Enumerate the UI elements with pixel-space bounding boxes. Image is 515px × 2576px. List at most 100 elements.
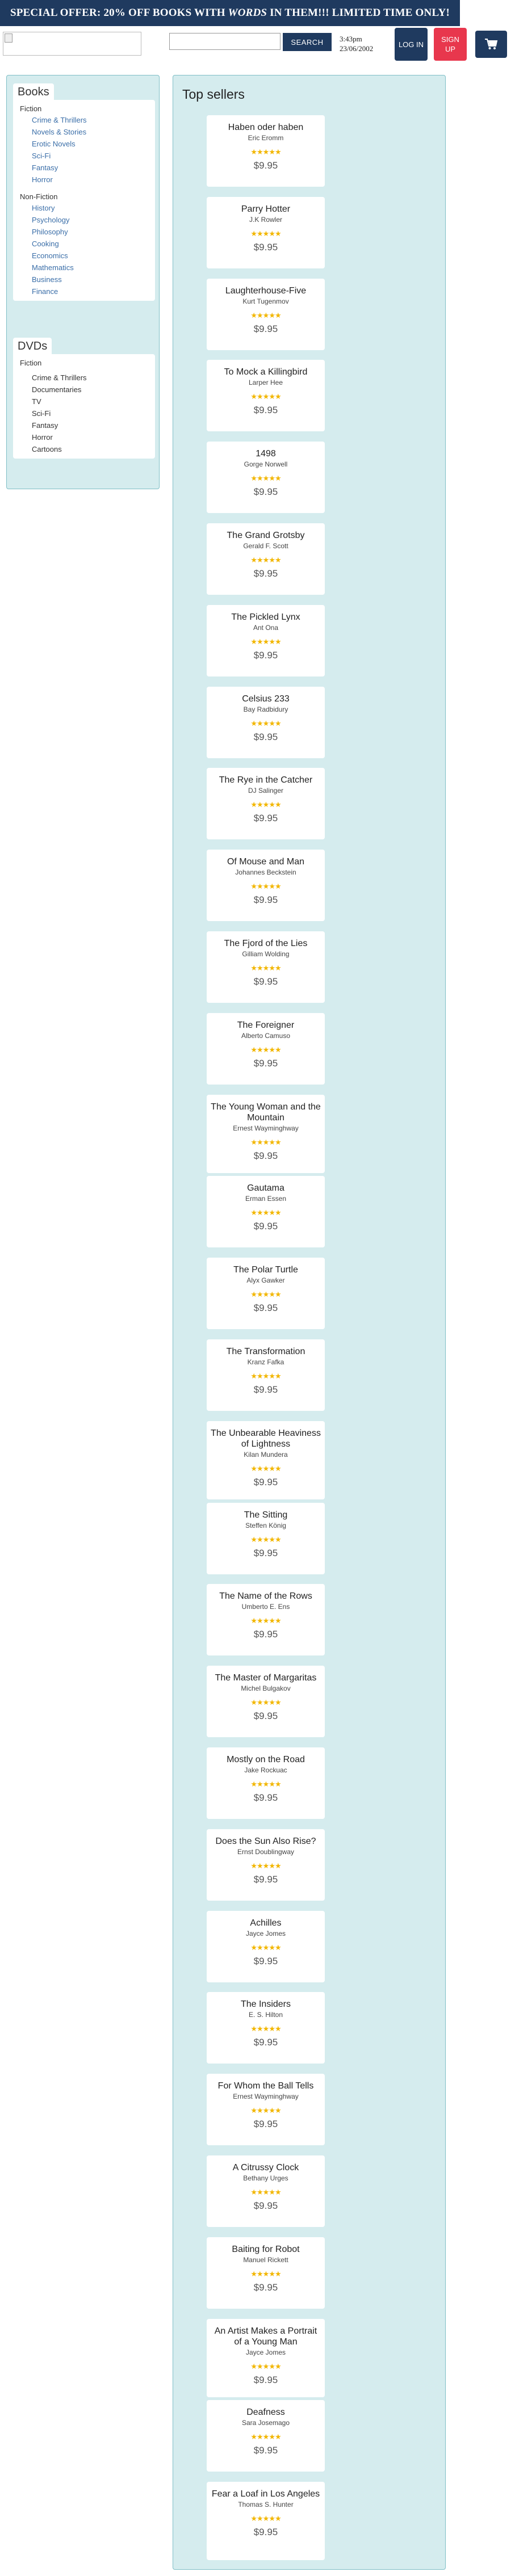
sidebar-link[interactable]: Philosophy bbox=[13, 226, 155, 238]
book-card[interactable]: For Whom the Ball Tells Ernest Wayminghwa… bbox=[207, 2074, 325, 2146]
book-title[interactable]: Celsius 233 bbox=[207, 694, 325, 704]
book-title[interactable]: Deafness bbox=[207, 2407, 325, 2418]
book-price: $9.95 bbox=[253, 976, 278, 987]
book-card[interactable]: An Artist Makes a Portrait of a Young Ma… bbox=[207, 2318, 325, 2397]
book-price: $9.95 bbox=[253, 486, 278, 498]
book-card[interactable]: Does the Sun Also Rise? Ernst Doublingway… bbox=[207, 1829, 325, 1901]
sidebar-link[interactable]: Cooking bbox=[13, 238, 155, 250]
book-card[interactable]: Parry Hotter J.K Rowler ★★★★★ $9.95 bbox=[207, 196, 325, 268]
sidebar-link[interactable]: Finance bbox=[13, 285, 155, 297]
book-card[interactable]: The Unbearable Heaviness of Lightness Kil… bbox=[207, 1421, 325, 1499]
book-title[interactable]: The Unbearable Heaviness of Lightness bbox=[207, 1428, 325, 1449]
book-card[interactable]: Achilles Jayce Jomes ★★★★★ $9.95 bbox=[207, 1910, 325, 1982]
book-card[interactable]: The Rye in the Catcher DJ Salinger ★★★★★ $9… bbox=[207, 768, 325, 840]
book-title[interactable]: The Polar Turtle bbox=[207, 1264, 325, 1275]
book-title[interactable]: Parry Hotter bbox=[207, 204, 325, 215]
book-card[interactable]: The Master of Margaritas Michel Bulgakov ★… bbox=[207, 1666, 325, 1738]
book-card[interactable]: Haben oder haben Eric Eromm ★★★★★ $9.95 bbox=[207, 115, 325, 187]
book-title[interactable]: An Artist Makes a Portrait of a Young Ma… bbox=[207, 2326, 325, 2347]
sidebar-link[interactable]: Horror bbox=[13, 174, 155, 186]
star-rating-icon: ★★★★★ bbox=[250, 1780, 281, 1788]
book-author: Gerald F. Scott bbox=[243, 542, 288, 550]
sidebar-link[interactable]: Documentaries bbox=[13, 384, 155, 396]
book-card[interactable]: To Mock a Killingbird Larper Hee ★★★★★ $9.9… bbox=[207, 360, 325, 432]
sidebar-link[interactable]: Horror bbox=[13, 431, 155, 443]
book-card[interactable]: The Pickled Lynx Ant Ona ★★★★★ $9.95 bbox=[207, 604, 325, 676]
book-title[interactable]: The Name of the Rows bbox=[207, 1591, 325, 1602]
book-card[interactable]: The Transformation Kranz Fafka ★★★★★ $9.95 bbox=[207, 1339, 325, 1411]
book-author: Kranz Fafka bbox=[247, 1358, 284, 1366]
book-title[interactable]: The Pickled Lynx bbox=[207, 612, 325, 623]
book-title[interactable]: The Insiders bbox=[207, 1999, 325, 2010]
book-title[interactable]: 1498 bbox=[207, 448, 325, 459]
star-rating-icon: ★★★★★ bbox=[250, 2361, 281, 2371]
book-title[interactable]: Haben oder haben bbox=[207, 122, 325, 133]
sidebar-link[interactable]: Erotic Novels bbox=[13, 138, 155, 150]
book-card[interactable]: The Sitting Steffen König ★★★★★ $9.95 bbox=[207, 1502, 325, 1574]
search-input[interactable] bbox=[169, 33, 280, 50]
book-card[interactable]: Deafness Sara Josemago ★★★★★ $9.95 bbox=[207, 2400, 325, 2472]
sidebar-link[interactable]: Business bbox=[13, 274, 155, 285]
book-card[interactable]: The Insiders E. S. Hilton ★★★★★ $9.95 bbox=[207, 1992, 325, 2064]
sidebar-link[interactable]: Crime & Thrillers bbox=[13, 372, 155, 384]
signup-button[interactable]: SIGN UP bbox=[434, 28, 467, 61]
sidebar-link[interactable]: Mathematics bbox=[13, 262, 155, 274]
sidebar-link[interactable]: Economics bbox=[13, 250, 155, 262]
sidebar-link[interactable]: Crime & Thrillers bbox=[13, 114, 155, 126]
book-title[interactable]: The Foreigner bbox=[207, 1020, 325, 1031]
book-card[interactable]: The Young Woman and the Mountain Ernest W… bbox=[207, 1094, 325, 1173]
dvds-panel: Fiction Crime & Thrillers Documentaries TV… bbox=[13, 354, 155, 459]
book-card[interactable]: Of Mouse and Man Johannes Beckstein ★★★★★ $… bbox=[207, 850, 325, 922]
book-title[interactable]: Mostly on the Road bbox=[207, 1754, 325, 1765]
book-card[interactable]: A Citrussy Clock Bethany Urges ★★★★★ $9.95 bbox=[207, 2155, 325, 2227]
book-title[interactable]: Laughterhouse-Five bbox=[207, 285, 325, 296]
book-title[interactable]: To Mock a Killingbird bbox=[207, 367, 325, 377]
book-card[interactable]: Baiting for Robot Manuel Rickett ★★★★★ $9.9… bbox=[207, 2237, 325, 2309]
book-title[interactable]: Fear a Loaf in Los Angeles bbox=[207, 2489, 325, 2499]
book-card[interactable]: Mostly on the Road Jake Rockuac ★★★★★ $9.95 bbox=[207, 1747, 325, 1819]
search-button[interactable]: SEARCH bbox=[283, 33, 332, 51]
book-price: $9.95 bbox=[253, 2374, 278, 2385]
book-card[interactable]: The Foreigner Alberto Camuso ★★★★★ $9.95 bbox=[207, 1012, 325, 1085]
book-card[interactable]: Gautama Erman Essen ★★★★★ $9.95 bbox=[207, 1176, 325, 1248]
login-button[interactable]: LOG IN bbox=[395, 28, 428, 61]
book-author: Thomas S. Hunter bbox=[238, 2501, 294, 2509]
book-card[interactable]: The Fjord of the Lies Gilliam Wolding ★★★★… bbox=[207, 931, 325, 1003]
site-logo[interactable] bbox=[3, 32, 141, 56]
book-title[interactable]: Baiting for Robot bbox=[207, 2244, 325, 2255]
book-card[interactable]: Laughterhouse-Five Kurt Tugenmov ★★★★★ $9.9… bbox=[207, 278, 325, 350]
book-card[interactable]: 1498 Gorge Norwell ★★★★★ $9.95 bbox=[207, 442, 325, 514]
book-card[interactable]: The Polar Turtle Alyx Gawker ★★★★★ $9.95 bbox=[207, 1258, 325, 1330]
book-card[interactable]: Fear a Loaf in Los Angeles Thomas S. Hunt… bbox=[207, 2482, 325, 2561]
sidebar-link[interactable]: Novels & Stories bbox=[13, 126, 155, 138]
cart-button[interactable] bbox=[475, 31, 507, 58]
sidebar-link[interactable]: TV bbox=[13, 396, 155, 407]
sidebar-link[interactable]: Fantasy bbox=[13, 419, 155, 431]
book-card[interactable]: Celsius 233 Bay Radbidury ★★★★★ $9.95 bbox=[207, 686, 325, 758]
book-title[interactable]: Of Mouse and Man bbox=[207, 856, 325, 867]
promo-banner-text-pre: SPECIAL OFFER: 20% OFF BOOKS WITH bbox=[10, 7, 225, 19]
book-card[interactable]: The Name of the Rows Umberto E. Ens ★★★★★ $… bbox=[207, 1584, 325, 1656]
book-title[interactable]: The Master of Margaritas bbox=[207, 1672, 325, 1683]
sidebar-link[interactable]: Sci-Fi bbox=[13, 150, 155, 162]
book-title[interactable]: The Young Woman and the Mountain bbox=[207, 1102, 325, 1123]
book-price: $9.95 bbox=[253, 1057, 278, 1069]
book-title[interactable]: The Grand Grotsby bbox=[207, 530, 325, 541]
book-title[interactable]: For Whom the Ball Tells bbox=[207, 2081, 325, 2091]
star-rating-icon: ★★★★★ bbox=[250, 1045, 281, 1054]
book-title[interactable]: Gautama bbox=[207, 1183, 325, 1194]
book-title[interactable]: Achilles bbox=[207, 1918, 325, 1928]
book-author: Gilliam Wolding bbox=[242, 950, 290, 958]
book-title[interactable]: The Fjord of the Lies bbox=[207, 938, 325, 949]
book-title[interactable]: Does the Sun Also Rise? bbox=[207, 1836, 325, 1847]
book-title[interactable]: The Transformation bbox=[207, 1346, 325, 1357]
book-title[interactable]: The Sitting bbox=[207, 1510, 325, 1520]
book-title[interactable]: The Rye in the Catcher bbox=[207, 775, 325, 785]
sidebar-link[interactable]: History bbox=[13, 202, 155, 214]
book-title[interactable]: A Citrussy Clock bbox=[207, 2162, 325, 2173]
sidebar-link[interactable]: Sci-Fi bbox=[13, 407, 155, 419]
sidebar-link[interactable]: Cartoons bbox=[13, 443, 155, 455]
sidebar-link[interactable]: Psychology bbox=[13, 214, 155, 226]
book-card[interactable]: The Grand Grotsby Gerald F. Scott ★★★★★ $9.… bbox=[207, 523, 325, 595]
sidebar-link[interactable]: Fantasy bbox=[13, 162, 155, 174]
